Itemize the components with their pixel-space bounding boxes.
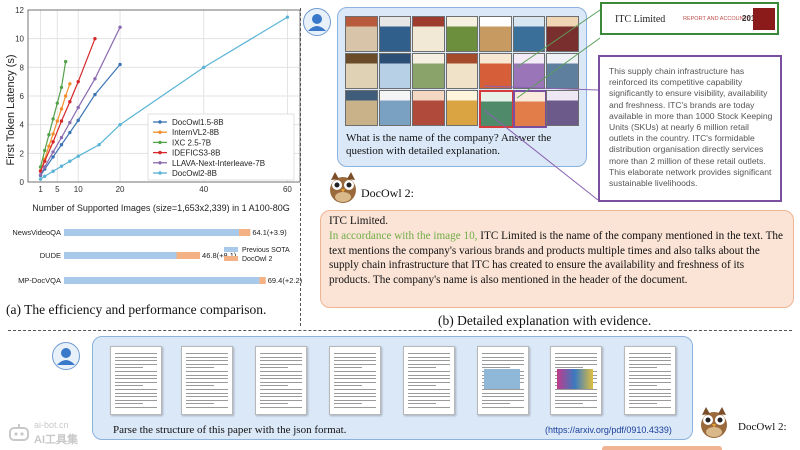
answer-paragraph: In accordance with the image 10, ITC Lim… [329,229,785,287]
owl-bot-icon [330,172,356,203]
paper-page-thumbnail [550,346,602,415]
question-text-bottom: Parse the structure of this paper with t… [113,424,347,436]
vertical-divider [300,8,301,326]
paper-page-thumbnail [329,346,381,415]
watermark-line2: AI工具集 [34,434,78,446]
evidence-text: This supply chain infrastructure has rei… [609,66,773,189]
answer-image-reference: In accordance with the image 10, [329,230,478,242]
header-logo-block [753,8,775,30]
answer-bubble-bottom-edge [602,446,722,450]
user-icon [57,348,75,365]
bot-name-bottom: DocOwl 2: [738,421,787,433]
evidence-text-zoom: This supply chain infrastructure has rei… [598,55,782,202]
horizontal-divider [8,330,792,331]
user-avatar-bottom [52,342,80,370]
header-report-title: REPORT AND ACCOUNTS [683,16,751,22]
paper-page-thumbnail [255,346,307,415]
caption-b: (b) Detailed explanation with evidence. [438,313,652,328]
paper-figure [557,369,593,389]
paper-page-thumbnail [110,346,162,415]
answer-bubble-top: ITC Limited. In accordance with the imag… [320,210,794,308]
bot-name-top: DocOwl 2: [361,186,414,200]
robot-logo-icon [9,424,29,441]
paper-link[interactable]: (https://arxiv.org/pdf/0910.4339) [545,425,672,435]
question-bubble-bottom: Parse the structure of this paper with t… [92,336,693,440]
paper-page-thumbnail [403,346,455,415]
paper-link-text: (https://arxiv.org/pdf/0910.4339) [545,425,672,435]
paper-page-thumbnail [624,346,676,415]
paper-page-thumbnail [477,346,529,415]
paper-page-row [93,337,692,417]
paper-page-thumbnail [181,346,233,415]
watermark-line1: ai-bot.cn [34,420,69,430]
paper-figure [484,369,520,389]
header-company-name: ITC Limited [615,14,666,25]
owl-bot-icon-bottom [701,407,727,438]
answer-title: ITC Limited. [329,215,389,227]
document-header-zoom: ITC Limited REPORT AND ACCOUNTS 2013 [600,2,779,35]
